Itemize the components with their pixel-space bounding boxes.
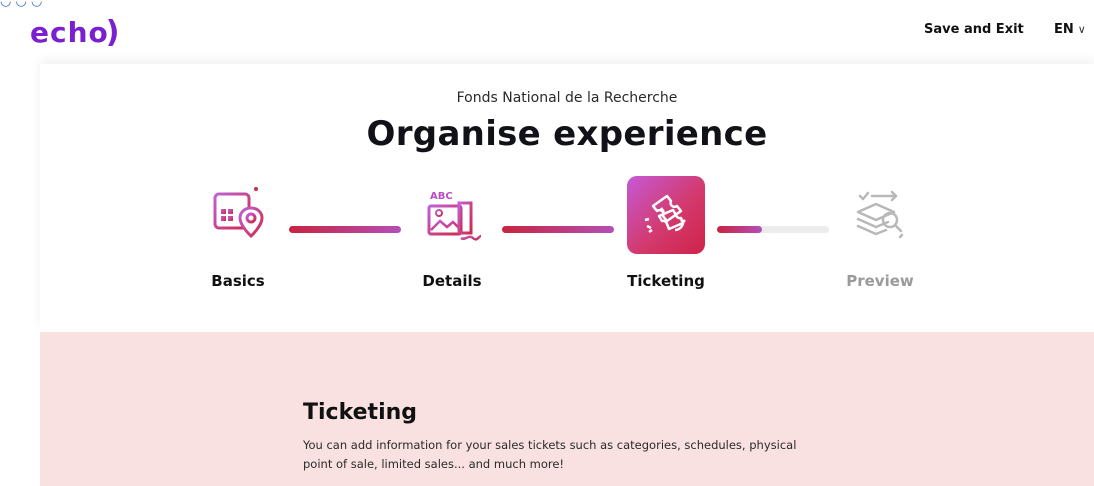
step-label-details: Details [422,272,482,290]
language-selector[interactable]: EN ∨ [1054,22,1086,37]
tickets-icon [627,176,705,254]
section-description: You can add information for your sales t… [303,438,797,471]
step-label-basics: Basics [211,272,265,290]
organisation-name: Fonds National de la Recherche [456,90,678,106]
language-code: EN [1054,22,1074,37]
progress-bar-3 [717,226,829,233]
ticketing-section: Ticketing You can add information for yo… [40,332,1094,486]
calendar-location-icon [200,176,278,254]
step-label-preview: Preview [846,272,914,290]
wizard-card: Fonds National de la Recherche Organise … [40,64,1094,332]
echo-logo[interactable]: echo) [30,18,120,48]
image-text-icon: ABC [413,176,491,254]
step-label-ticketing: Ticketing [627,272,705,290]
progress-fill-2 [502,226,614,233]
progress-bar-2 [502,226,614,233]
layers-search-icon [840,176,918,254]
logo-waves-icon: ) [105,15,121,50]
progress-fill-3 [717,226,762,233]
save-and-exit-button[interactable]: Save and Exit [924,22,1024,37]
logo-text: echo [30,16,109,49]
section-title: Ticketing [303,400,418,425]
top-header: echo) Save and Exit EN ∨ [0,0,1094,64]
svg-text:ABC: ABC [430,191,453,202]
progress-fill-1 [289,226,401,233]
progress-bar-1 [289,226,401,233]
chevron-down-icon: ∨ [1077,23,1086,36]
page-title: Organise experience [366,114,768,154]
